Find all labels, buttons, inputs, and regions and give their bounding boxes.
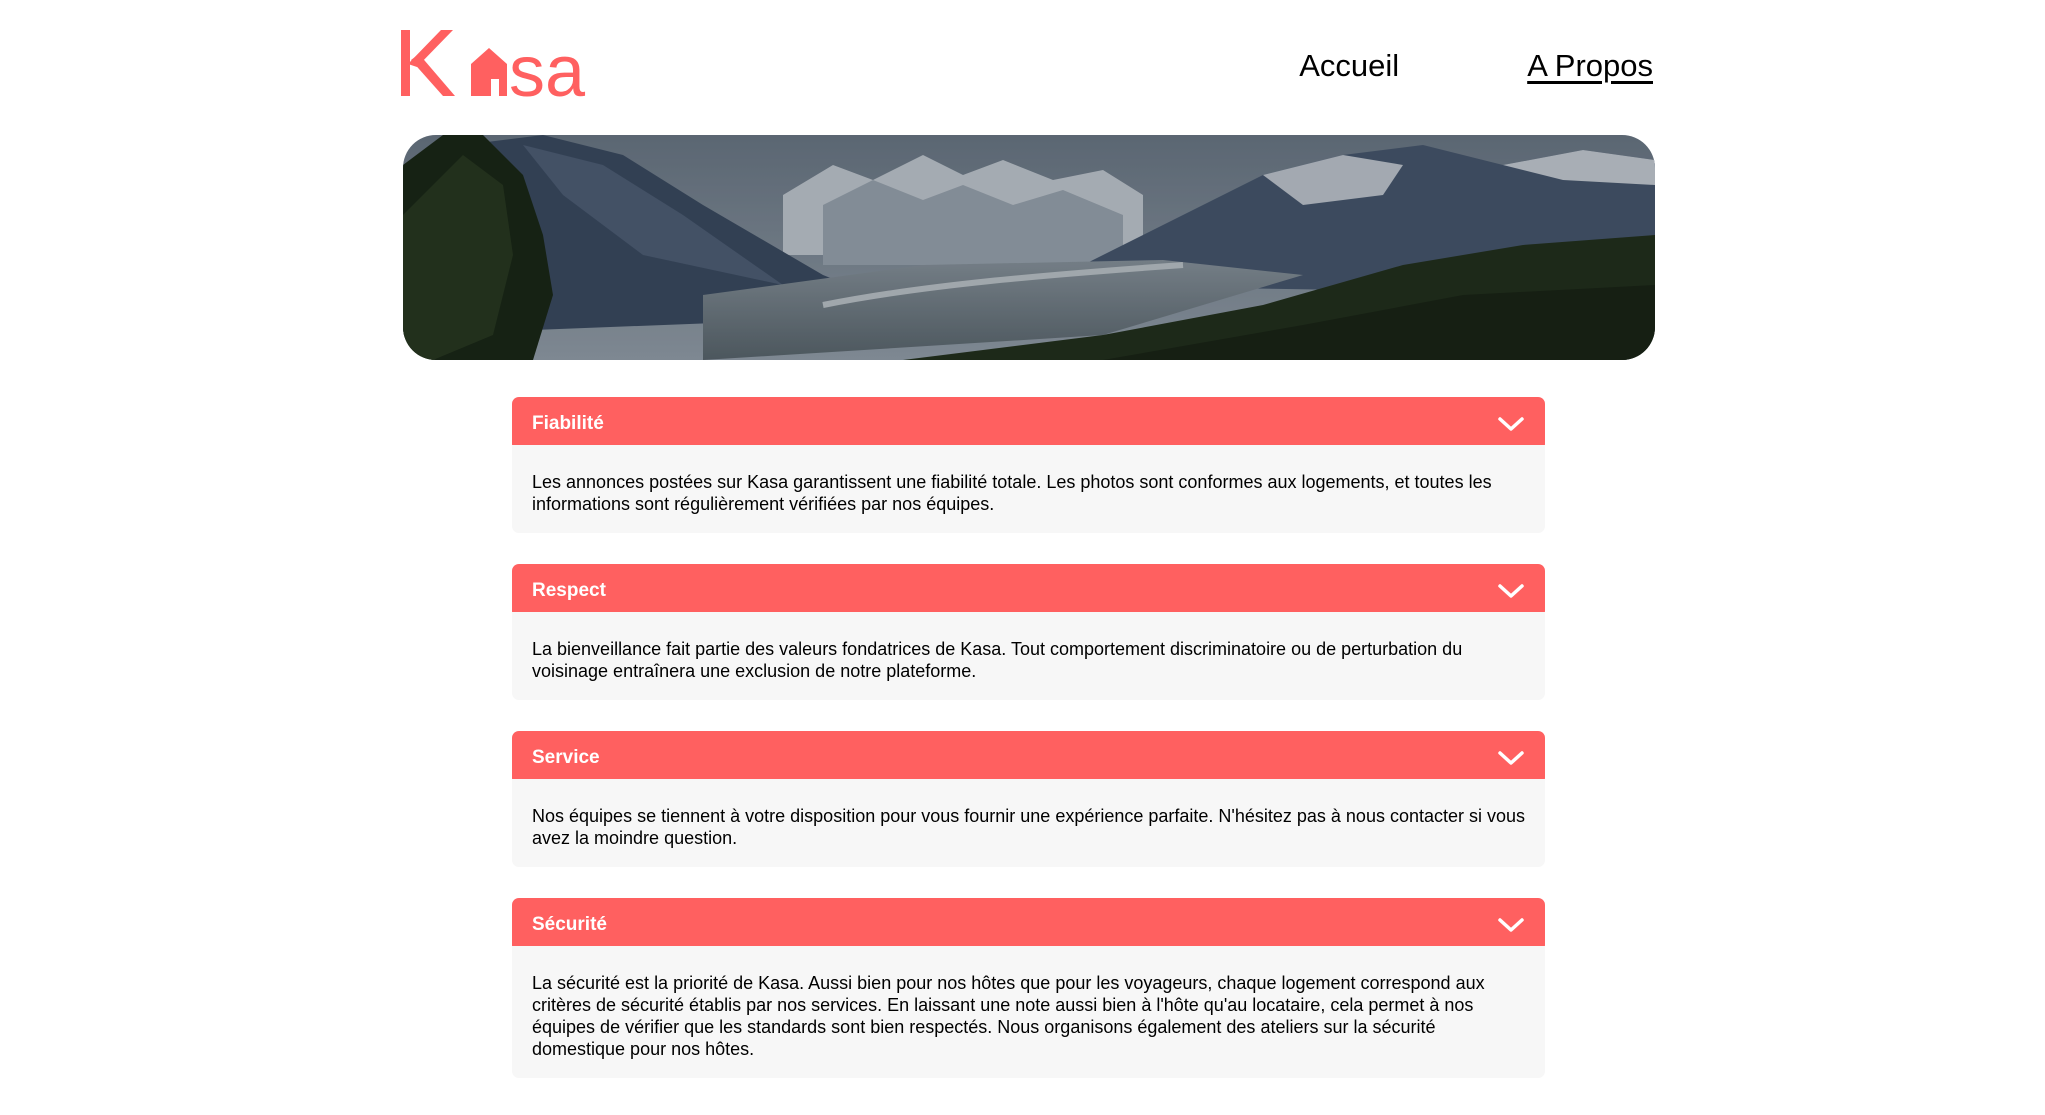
collapse-title: Sécurité (532, 914, 607, 935)
hero-banner-image (403, 135, 1655, 360)
values-collapses: Fiabilité Les annonces postées sur Kasa … (512, 397, 1545, 1109)
chevron-down-icon[interactable] (1497, 581, 1525, 601)
collapse-respect: Respect La bienveillance fait partie des… (512, 564, 1545, 700)
collapse-text: Les annonces postées sur Kasa garantisse… (512, 445, 1545, 533)
collapse-header-respect[interactable]: Respect (512, 564, 1545, 618)
collapse-header-service[interactable]: Service (512, 731, 1545, 785)
collapse-title: Respect (532, 580, 606, 601)
mountain-landscape-image (403, 135, 1655, 360)
collapse-text: La bienveillance fait partie des valeurs… (512, 612, 1545, 700)
chevron-down-icon[interactable] (1497, 915, 1525, 935)
collapse-securite: Sécurité La sécurité est la priorité de … (512, 898, 1545, 1078)
collapse-title: Service (532, 747, 600, 768)
chevron-down-icon[interactable] (1497, 414, 1525, 434)
kasa-logo[interactable]: sa (401, 24, 621, 104)
collapse-service: Service Nos équipes se tiennent à votre … (512, 731, 1545, 867)
nav-link-home[interactable]: Accueil (1299, 48, 1399, 84)
collapse-text: La sécurité est la priorité de Kasa. Aus… (512, 946, 1545, 1078)
collapse-fiabilite: Fiabilité Les annonces postées sur Kasa … (512, 397, 1545, 533)
site-header: sa Accueil A Propos (401, 24, 1653, 104)
collapse-text: Nos équipes se tiennent à votre disposit… (512, 779, 1545, 867)
main-nav: Accueil A Propos (1299, 48, 1653, 84)
nav-link-about[interactable]: A Propos (1527, 48, 1653, 84)
collapse-header-fiabilite[interactable]: Fiabilité (512, 397, 1545, 451)
chevron-down-icon[interactable] (1497, 748, 1525, 768)
collapse-title: Fiabilité (532, 413, 604, 434)
svg-text:sa: sa (509, 32, 586, 104)
collapse-header-securite[interactable]: Sécurité (512, 898, 1545, 952)
